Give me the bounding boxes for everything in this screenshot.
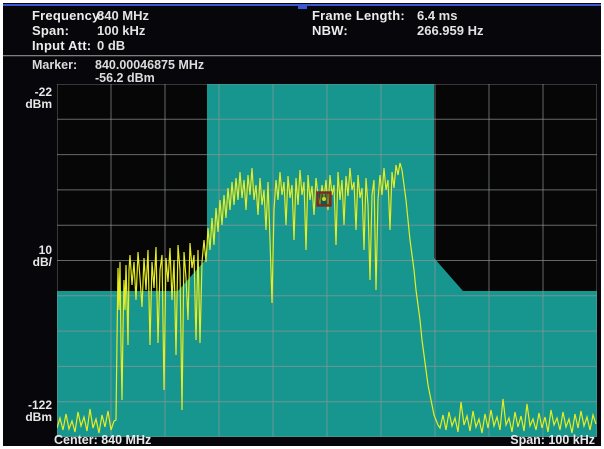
- span-label: Span:: [32, 23, 69, 38]
- spectrum-plot-area: [57, 84, 597, 437]
- span-value: 100 kHz: [97, 23, 145, 38]
- marker-dot: [322, 197, 326, 201]
- input-att-label: Input Att:: [32, 38, 91, 53]
- nbw-label: NBW:: [312, 23, 348, 38]
- marker-label: Marker:: [32, 58, 77, 72]
- input-att-value: 0 dB: [97, 38, 125, 53]
- frequency-value: 840 MHz: [97, 8, 149, 23]
- y-axis-top-unit: dBm: [6, 98, 52, 110]
- marker-frequency: 840.00046875 MHz: [95, 58, 204, 72]
- marker-amplitude: -56.2 dBm: [95, 71, 155, 85]
- nbw-value: 266.959 Hz: [417, 23, 484, 38]
- header-separator-shadow: [3, 56, 601, 57]
- spectrum-plot-canvas: [57, 84, 597, 437]
- y-axis-bottom-unit: dBm: [6, 411, 52, 423]
- frame-length-label: Frame Length:: [312, 8, 405, 23]
- center-frequency-readout: Center: 840 MHz: [54, 433, 151, 447]
- frame-length-value: 6.4 ms: [417, 8, 457, 23]
- top-accent-notch: [298, 4, 307, 9]
- spectrum-analyzer-screen: Frequency: 840 MHz Span: 100 kHz Input A…: [0, 0, 604, 449]
- frequency-label: Frequency:: [32, 8, 104, 23]
- y-axis-scale-unit: dB/: [6, 256, 52, 268]
- span-readout: Span: 100 kHz: [510, 433, 595, 447]
